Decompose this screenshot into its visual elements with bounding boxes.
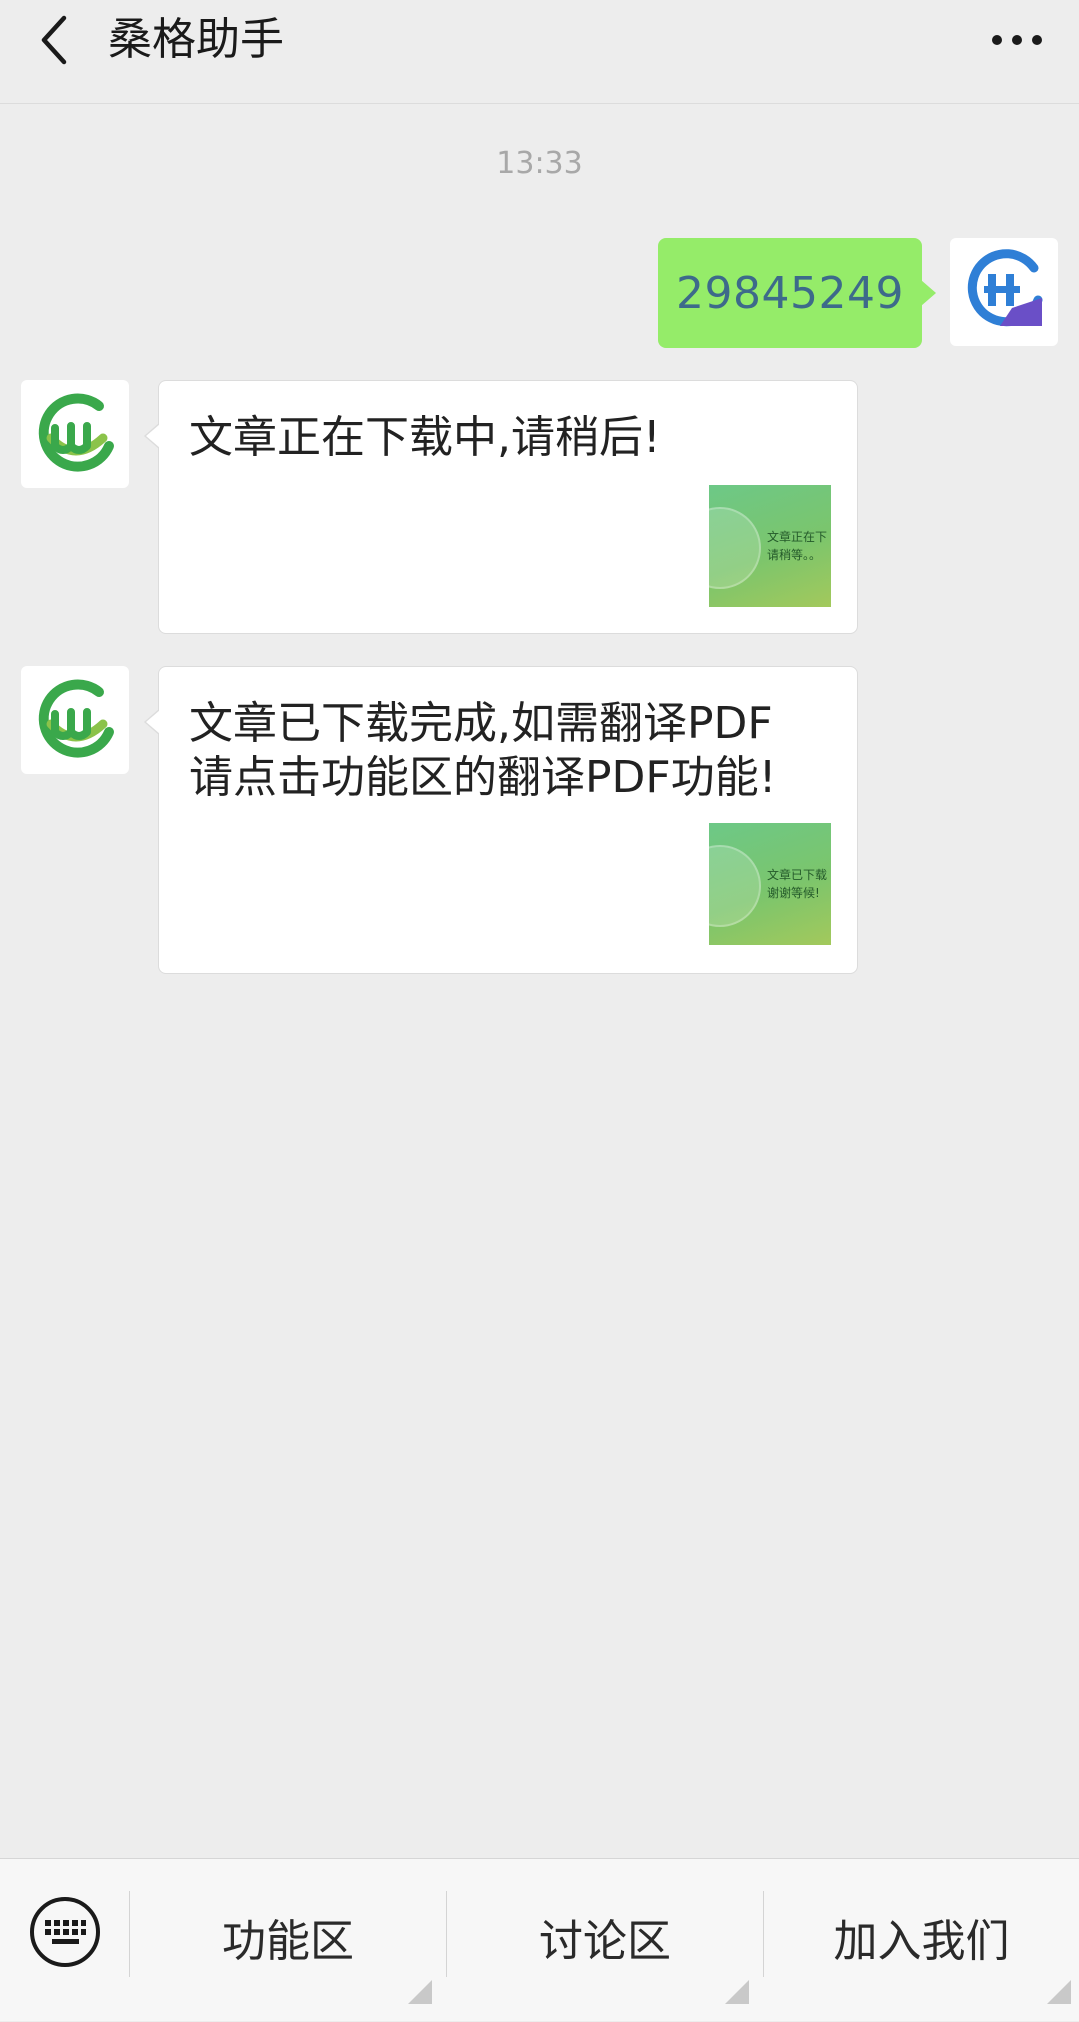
more-button[interactable]: [981, 8, 1053, 72]
submenu-indicator-icon: [408, 1980, 432, 2004]
message-thumbnail[interactable]: 文章正在下 请稍等。。: [709, 485, 831, 607]
received-message-text: 文章正在下载中,请稍后!: [189, 412, 661, 463]
menu-item-features[interactable]: 功能区: [130, 1859, 446, 2022]
user-avatar[interactable]: [950, 238, 1058, 346]
received-message-card[interactable]: 文章已下载完成,如需翻译PDF请点击功能区的翻译PDF功能! 文章已下载 谢谢等…: [144, 666, 858, 974]
chat-header: 桑格助手: [0, 0, 1079, 104]
chat-title: 桑格助手: [108, 14, 284, 65]
bottom-menu-bar: 功能区 讨论区 加入我们: [0, 1858, 1079, 2021]
bot-avatar[interactable]: [21, 380, 129, 488]
message-thumbnail[interactable]: 文章已下载 谢谢等候!: [709, 823, 831, 945]
chevron-left-icon: [41, 15, 67, 65]
keyboard-icon: [30, 1897, 100, 1967]
submenu-indicator-icon: [725, 1980, 749, 2004]
menu-item-join-us[interactable]: 加入我们: [764, 1859, 1079, 2022]
bot-logo-icon: [38, 393, 114, 472]
menu-item-label: 讨论区: [539, 1915, 671, 1967]
sent-message-bubble[interactable]: 29845249: [658, 238, 936, 348]
submenu-indicator-icon: [1047, 1980, 1071, 2004]
back-button[interactable]: [22, 8, 86, 72]
menu-item-discussion[interactable]: 讨论区: [447, 1859, 763, 2022]
menu-item-label: 加入我们: [833, 1915, 1010, 1967]
user-logo-icon: [967, 249, 1043, 327]
message-timestamp: 13:33: [496, 146, 583, 181]
more-horizontal-icon: [992, 35, 1042, 45]
bot-logo-icon: [38, 679, 114, 758]
thumbnail-caption: 请稍等。。: [767, 548, 822, 562]
received-message-text: 文章已下载完成,如需翻译PDF请点击功能区的翻译PDF功能!: [189, 698, 777, 803]
thumbnail-circle-decoration: [709, 507, 761, 589]
sent-message-text: 29845249: [676, 267, 904, 319]
thumbnail-circle-decoration: [709, 845, 761, 927]
thumbnail-caption: 谢谢等候!: [767, 886, 820, 900]
menu-item-label: 功能区: [222, 1915, 354, 1967]
thumbnail-caption: 文章正在下: [767, 530, 828, 544]
thumbnail-caption: 文章已下载: [767, 868, 828, 882]
received-message-card[interactable]: 文章正在下载中,请稍后! 文章正在下 请稍等。。: [144, 380, 858, 634]
keyboard-toggle-button[interactable]: [28, 1895, 102, 1969]
bot-avatar[interactable]: [21, 666, 129, 774]
